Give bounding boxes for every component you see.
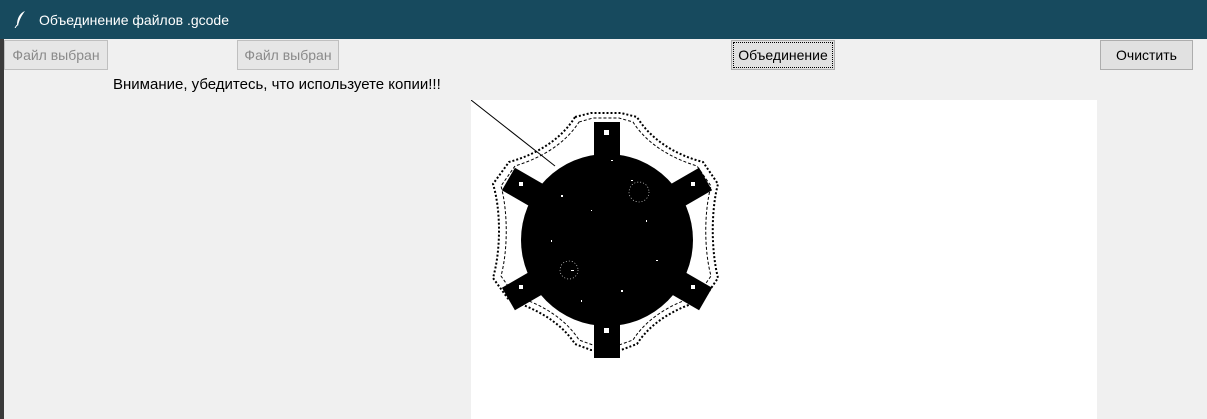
merge-button[interactable]: Объединение (731, 40, 835, 70)
toolpath-preview (471, 100, 720, 358)
window-titlebar: Объединение файлов .gcode (0, 0, 1207, 39)
select-file1-button[interactable]: Файл выбран (4, 40, 108, 70)
window-title: Объединение файлов .gcode (39, 12, 230, 28)
clear-button[interactable]: Очистить (1100, 40, 1193, 70)
window-left-edge (0, 39, 4, 419)
select-file2-button[interactable]: Файл выбран (237, 40, 339, 70)
warning-label: Внимание, убедитесь, что используете коп… (113, 76, 441, 93)
feather-icon (14, 11, 25, 28)
preview-canvas[interactable] (471, 100, 1097, 419)
